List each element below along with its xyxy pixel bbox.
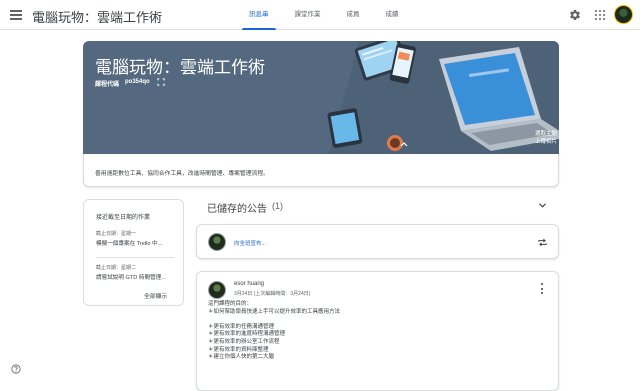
avatar: [208, 233, 226, 251]
author-avatar: [208, 281, 226, 299]
banner-illustration: [327, 41, 559, 154]
share-placeholder[interactable]: 向全班宣布...: [234, 239, 266, 247]
gear-icon[interactable]: [569, 9, 581, 21]
upcoming-due: 截止日期：星期一: [96, 231, 137, 237]
upcoming-title: 接近截至日期的作業: [96, 215, 151, 221]
post-line: ＊更有效率的進度時程溝通管理: [208, 331, 286, 338]
tab-classwork[interactable]: 課堂作業: [282, 0, 334, 30]
help-icon[interactable]: [11, 364, 21, 374]
account-avatar[interactable]: [614, 5, 633, 24]
view-all-link[interactable]: 全部顯示: [144, 291, 167, 300]
tab-stream[interactable]: 訊息串: [236, 0, 282, 30]
post-author: esor huang: [234, 281, 265, 287]
upcoming-name[interactable]: 請嘗試說明 GTD 時間管理...: [96, 273, 178, 281]
tab-bar: 訊息串 課堂作業 成員 成績: [236, 0, 412, 30]
class-code-label: 課程代碼: [95, 82, 120, 88]
tab-grades[interactable]: 成績: [373, 0, 412, 30]
saved-announcements-toggle[interactable]: 已儲存的公告 (1): [196, 199, 559, 215]
app-title[interactable]: 電腦玩物：雲端工作術: [32, 7, 162, 26]
menu-icon[interactable]: [10, 10, 22, 20]
fullscreen-icon[interactable]: [157, 78, 165, 86]
class-description: 善用遠距數位工具、協同合作工具，改進時間管理、專案管理流程。: [95, 171, 269, 177]
saved-announcements-title: 已儲存的公告: [207, 204, 267, 215]
post-line: [208, 316, 538, 324]
select-theme-link[interactable]: 選取主題: [521, 129, 557, 137]
share-with-class-card[interactable]: 向全班宣布...: [196, 224, 559, 259]
chevron-down-icon[interactable]: [538, 202, 547, 209]
divider: [96, 257, 174, 258]
top-app-bar: 電腦玩物：雲端工作術 訊息串 課堂作業 成員 成績: [0, 0, 640, 30]
post-body: 這門課程的目的： ＊如何幫助學員快速上手可以提升效率的工具應用方法 ＊更有效率的…: [208, 301, 538, 362]
post-line: ＊如何幫助學員快速上手可以提升效率的工具應用方法: [208, 308, 341, 315]
post-timestamp: 3月24日 (上次編輯時間：3月24日): [234, 291, 311, 297]
tab-people[interactable]: 成員: [334, 0, 373, 30]
repost-icon[interactable]: [537, 237, 548, 248]
upcoming-panel: 接近截至日期的作業 截止日期：星期一 模擬一個專案在 Trello 中... 截…: [83, 199, 184, 306]
class-title[interactable]: 電腦玩物：雲端工作術: [95, 53, 265, 78]
more-options-icon[interactable]: [540, 283, 544, 294]
saved-announcements-count: (1): [272, 201, 283, 211]
post-line: ＊建立你個人快的第二大腦: [208, 354, 275, 361]
class-description-card: 善用遠距數位工具、協同合作工具，改進時間管理、專案管理流程。: [83, 154, 559, 187]
upcoming-item[interactable]: 截止日期：星期一 模擬一個專案在 Trello 中...: [96, 230, 178, 247]
chevron-up-icon[interactable]: [399, 140, 409, 148]
class-code: po354qo: [125, 79, 150, 85]
post-line: ＊更有效率的辦公室工作流程: [208, 338, 280, 345]
announcement-post: esor huang 3月24日 (上次編輯時間：3月24日) 這門課程的目的：…: [196, 271, 559, 391]
upcoming-item[interactable]: 截止日期：星期二 請嘗試說明 GTD 時間管理...: [96, 264, 178, 281]
upload-photo-link[interactable]: 上傳相片: [521, 137, 557, 145]
upcoming-due: 截止日期：星期二: [96, 265, 137, 271]
apps-icon[interactable]: [595, 10, 605, 20]
class-banner: 電腦玩物：雲端工作術 課程代碼 po354qo: [83, 41, 559, 154]
upcoming-name[interactable]: 模擬一個專案在 Trello 中...: [96, 239, 178, 247]
post-line: 這門課程的目的：: [208, 301, 253, 307]
